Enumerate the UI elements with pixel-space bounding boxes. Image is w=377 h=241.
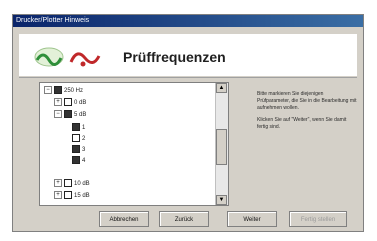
button-bar: Abbrechen Zurück Weiter Fertig stellen bbox=[13, 211, 363, 231]
scroll-thumb[interactable] bbox=[216, 129, 227, 165]
scroll-down-icon[interactable]: ▼ bbox=[216, 195, 227, 205]
checkbox[interactable] bbox=[72, 156, 80, 165]
checkbox[interactable] bbox=[72, 123, 80, 132]
tree-node[interactable]: 4 bbox=[72, 156, 85, 166]
title-bar: Drucker/Plotter Hinweis bbox=[13, 15, 363, 27]
tree-node[interactable]: 2 bbox=[72, 134, 85, 144]
tree-node-label: 1 bbox=[82, 125, 86, 131]
tree-node[interactable]: 3 bbox=[72, 145, 85, 155]
frequency-tree[interactable]: − 250 Hz +0 dB − 5 dB 1 2 3 4 +10 dB +15 d… bbox=[39, 82, 229, 206]
tree-node[interactable]: − 250 Hz bbox=[44, 86, 83, 96]
header-divider bbox=[19, 77, 357, 78]
checkbox[interactable] bbox=[72, 134, 80, 143]
scroll-up-icon[interactable]: ▲ bbox=[216, 83, 227, 93]
tree-node-label: 2 bbox=[82, 136, 86, 142]
window-title: Drucker/Plotter Hinweis bbox=[16, 17, 90, 24]
instruction-text: Bitte markieren Sie diejenigen Prüfparam… bbox=[257, 91, 357, 111]
tree-node[interactable]: +15 dB bbox=[54, 191, 90, 201]
wizard-window: Drucker/Plotter Hinweis Prüffrequenzen −… bbox=[12, 14, 364, 232]
checkbox[interactable] bbox=[64, 98, 72, 107]
instructions: Bitte markieren Sie diejenigen Prüfparam… bbox=[257, 91, 357, 136]
wizard-header: Prüffrequenzen bbox=[19, 34, 357, 76]
cancel-button[interactable]: Abbrechen bbox=[99, 211, 149, 227]
instruction-text: Klicken Sie auf "Weiter", wenn Sie damit… bbox=[257, 117, 347, 130]
finish-button[interactable]: Fertig stellen bbox=[289, 211, 347, 227]
tree-node-label: 10 dB bbox=[74, 181, 90, 187]
tree-node[interactable]: +10 dB bbox=[54, 179, 90, 189]
expand-icon[interactable]: + bbox=[54, 179, 62, 188]
tree-node-label: 4 bbox=[82, 158, 86, 164]
checkbox[interactable] bbox=[64, 179, 72, 188]
checkbox[interactable] bbox=[72, 145, 80, 154]
tree-node-label: 5 dB bbox=[74, 112, 87, 118]
expand-icon[interactable]: + bbox=[54, 191, 62, 200]
collapse-icon[interactable]: − bbox=[54, 110, 62, 119]
checkbox[interactable] bbox=[64, 191, 72, 200]
next-button[interactable]: Weiter bbox=[227, 211, 277, 227]
tree-node-label: 15 dB bbox=[74, 193, 90, 199]
collapse-icon[interactable]: − bbox=[44, 86, 52, 95]
tree-node[interactable]: 1 bbox=[72, 123, 85, 133]
tree-node[interactable]: − 5 dB bbox=[54, 110, 86, 120]
checkbox[interactable] bbox=[54, 86, 62, 95]
tree-node-label: 250 Hz bbox=[64, 88, 84, 94]
expand-icon[interactable]: + bbox=[54, 98, 62, 107]
tree-node-label: 3 bbox=[82, 147, 86, 153]
back-button[interactable]: Zurück bbox=[159, 211, 209, 227]
frequency-wave-icon bbox=[34, 47, 101, 67]
vertical-scrollbar[interactable]: ▲ ▼ bbox=[215, 83, 228, 205]
page-title: Prüffrequenzen bbox=[123, 49, 226, 65]
checkbox[interactable] bbox=[64, 110, 72, 119]
tree-node-label: 0 dB bbox=[74, 100, 87, 106]
tree-node[interactable]: +0 dB bbox=[54, 98, 86, 108]
